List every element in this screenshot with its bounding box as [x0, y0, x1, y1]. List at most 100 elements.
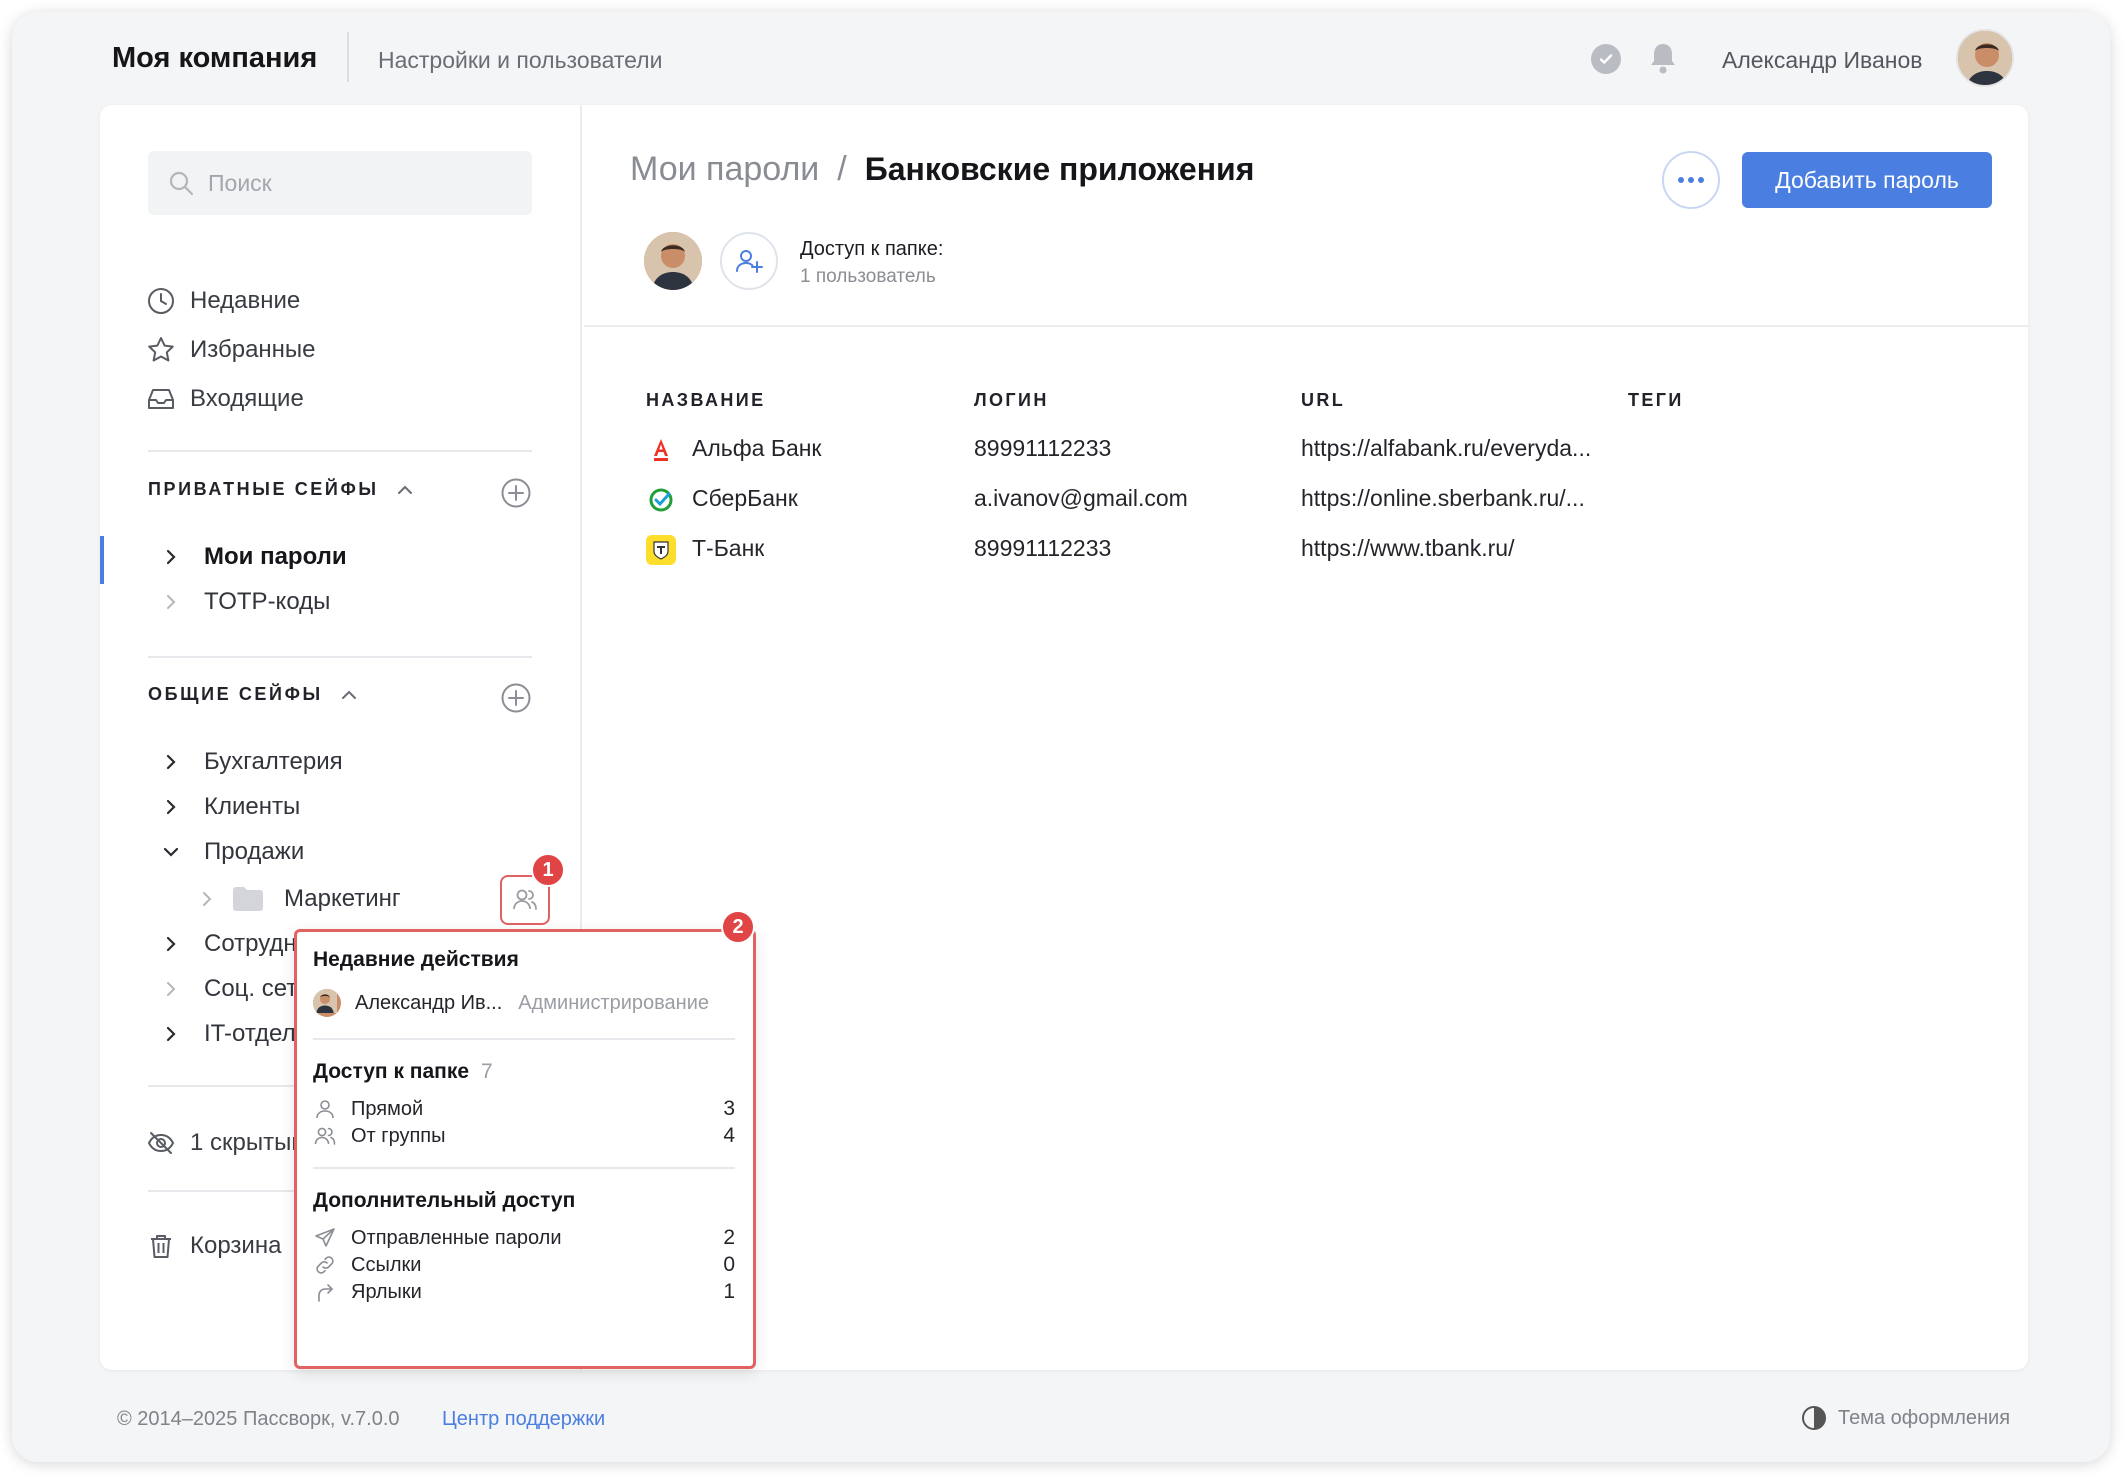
more-options-button[interactable] [1662, 151, 1720, 209]
row-url[interactable]: https://online.sberbank.ru/... [1301, 485, 1601, 512]
shortcuts-count: 1 [723, 1280, 735, 1303]
links-count: 0 [723, 1253, 735, 1276]
popup-divider [313, 1038, 735, 1040]
theme-icon [1802, 1406, 1826, 1430]
app-window: Моя компания Настройки и пользователи Ал… [12, 12, 2110, 1462]
status-check-icon[interactable] [1591, 44, 1621, 74]
row-url[interactable]: https://www.tbank.ru/ [1301, 535, 1601, 562]
recent-user-avatar [313, 989, 341, 1017]
star-icon [148, 337, 174, 362]
chevron-right-icon[interactable] [196, 888, 218, 910]
search-input[interactable] [208, 165, 508, 201]
tree-item-it[interactable]: IT-отдел [160, 1015, 296, 1053]
theme-toggle[interactable]: Тема оформления [1800, 1404, 2010, 1432]
shared-vaults-header[interactable]: ОБЩИЕ СЕЙФЫ [148, 684, 359, 705]
search-box[interactable] [148, 151, 532, 215]
trash-label: Корзина [190, 1232, 282, 1259]
chevron-down-icon[interactable] [160, 841, 182, 863]
alfa-bank-icon [646, 435, 676, 465]
folder-access-title: Доступ к папке: [800, 238, 944, 260]
tree-item-label: TOTP-коды [204, 588, 331, 615]
nav-recent[interactable]: Недавние [146, 281, 300, 321]
chevron-right-icon[interactable] [160, 591, 182, 613]
column-header-tags[interactable]: ТЕГИ [1628, 390, 1684, 411]
chevron-up-icon[interactable] [339, 685, 359, 705]
nav-inbox-label: Входящие [190, 385, 304, 412]
hidden-vaults-label: 1 скрытый [190, 1129, 305, 1156]
tree-item-sales[interactable]: Продажи [160, 833, 304, 871]
chevron-right-icon[interactable] [160, 1023, 182, 1045]
recent-action-row[interactable]: Александр Ив... Администрирование [313, 988, 735, 1018]
header-section-title[interactable]: Настройки и пользователи [378, 47, 662, 74]
company-name[interactable]: Моя компания [112, 42, 317, 75]
row-url[interactable]: https://alfabank.ru/everyda... [1301, 435, 1601, 462]
add-shared-vault-button[interactable] [500, 682, 532, 714]
access-group-row[interactable]: От группы 4 [313, 1121, 735, 1151]
sent-label: Отправленные пароли [351, 1226, 562, 1249]
access-direct-row[interactable]: Прямой 3 [313, 1094, 735, 1124]
user-avatar[interactable] [1956, 29, 2014, 87]
chevron-right-icon[interactable] [160, 933, 182, 955]
access-title-text: Доступ к папке [313, 1060, 470, 1083]
popup-divider [313, 1167, 735, 1169]
tree-item-social[interactable]: Соц. сети [160, 970, 311, 1008]
column-header-login[interactable]: ЛОГИН [974, 390, 1049, 411]
tree-item-label: Маркетинг [284, 885, 401, 912]
nav-favorites-label: Избранные [190, 336, 316, 363]
ellipsis-icon [1678, 177, 1704, 183]
column-header-url[interactable]: URL [1301, 390, 1345, 411]
theme-label: Тема оформления [1838, 1406, 2011, 1429]
row-name: Альфа Банк [692, 435, 822, 461]
column-header-name[interactable]: НАЗВАНИЕ [646, 390, 766, 411]
content-divider [584, 325, 2028, 327]
user-plus-icon [736, 250, 763, 273]
recent-actions-title: Недавние действия [313, 948, 519, 971]
add-password-button[interactable]: Добавить пароль [1742, 152, 1992, 208]
tree-item-label: Бухгалтерия [204, 748, 343, 775]
tree-item-label: Продажи [204, 838, 305, 865]
access-total: 7 [481, 1060, 493, 1083]
bell-icon[interactable] [1646, 40, 1680, 76]
footer-copyright: © 2014–2025 Пассворк, v.7.0.0 [117, 1408, 400, 1430]
table-row[interactable]: СберБанк a.ivanov@gmail.com https://onli… [100, 485, 2028, 525]
shortcuts-row[interactable]: Ярлыки 1 [313, 1277, 735, 1307]
table-row[interactable]: Т-Банк 89991112233 https://www.tbank.ru/ [100, 535, 2028, 575]
row-login: 89991112233 [974, 535, 1112, 561]
chevron-right-icon[interactable] [160, 751, 182, 773]
header-divider [347, 32, 349, 82]
shortcuts-label: Ярлыки [351, 1280, 422, 1303]
folder-icon [233, 887, 263, 911]
table-row[interactable]: Альфа Банк 89991112233 https://alfabank.… [100, 435, 2028, 475]
page-title: Банковские приложения [864, 151, 1255, 187]
breadcrumb-parent[interactable]: Мои пароли [630, 150, 819, 189]
nav-favorites[interactable]: Избранные [146, 330, 316, 370]
folder-access-popup: Недавние действия Александр Ив... Админи… [294, 929, 756, 1369]
folder-access-count[interactable]: 1 пользователь [800, 266, 936, 288]
support-link[interactable]: Центр поддержки [442, 1408, 605, 1431]
users-icon [314, 1127, 336, 1145]
sent-passwords-row[interactable]: Отправленные пароли 2 [313, 1223, 735, 1253]
chevron-right-icon[interactable] [160, 978, 182, 1000]
chevron-right-icon[interactable] [160, 796, 182, 818]
user-name[interactable]: Александр Иванов [1722, 47, 1922, 74]
tree-item-clients[interactable]: Клиенты [160, 788, 300, 826]
hidden-vaults[interactable]: 1 скрытый [146, 1123, 305, 1163]
send-icon [315, 1228, 335, 1247]
recent-user-name: Александр Ив... [355, 991, 503, 1014]
direct-label: Прямой [351, 1097, 424, 1120]
nav-inbox[interactable]: Входящие [146, 379, 304, 419]
access-user-avatar[interactable] [644, 232, 702, 290]
tree-item-totp[interactable]: TOTP-коды [160, 583, 330, 621]
add-user-button[interactable] [720, 232, 778, 290]
extra-access-title: Дополнительный доступ [313, 1189, 576, 1212]
inbox-icon [148, 389, 174, 409]
users-icon [513, 889, 537, 910]
trash[interactable]: Корзина [146, 1226, 281, 1266]
links-row[interactable]: Ссылки 0 [313, 1250, 735, 1280]
main-card: Недавние Избранные Входящие ПРИВАТНЫЕ СЕ… [100, 105, 2028, 1370]
tree-item-marketing[interactable]: Маркетинг [196, 880, 401, 918]
tree-item-accounting[interactable]: Бухгалтерия [160, 743, 343, 781]
annotation-badge-1: 1 [531, 853, 565, 887]
link-icon [316, 1256, 334, 1274]
links-label: Ссылки [351, 1253, 422, 1276]
